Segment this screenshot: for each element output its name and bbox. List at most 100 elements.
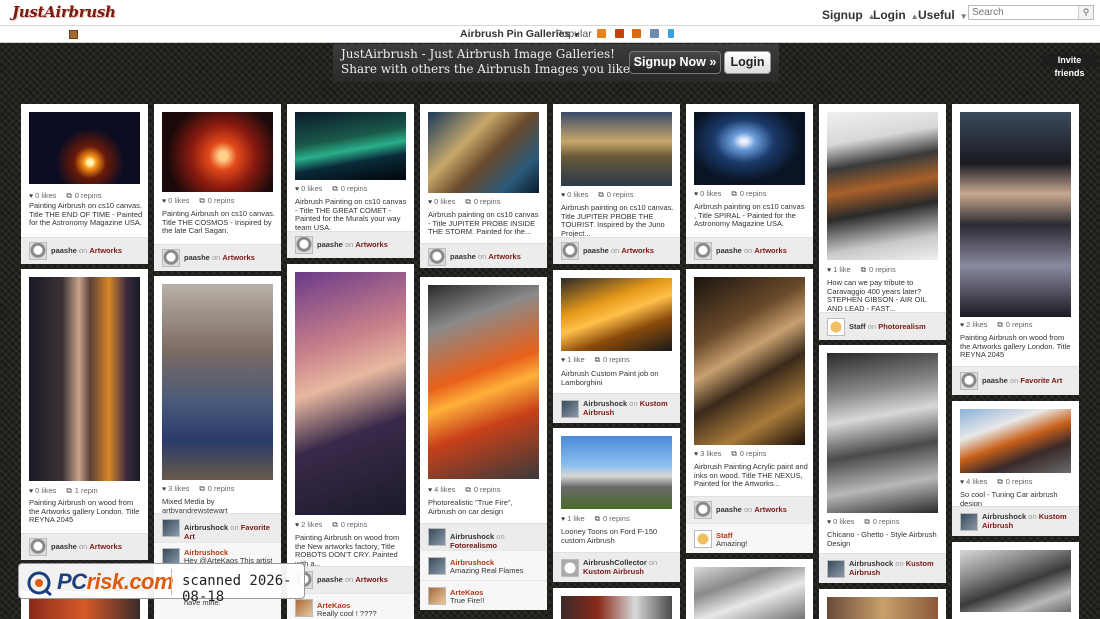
pin-card[interactable]: ♥ 1 like ⧉ 0 repins How can we pay tribute …: [819, 104, 946, 340]
pin-card[interactable]: ♥ 0 likes ⧉ 0 repins Airbrush Painting on c…: [287, 104, 414, 258]
pin-card[interactable]: [819, 589, 946, 619]
blogger-icon[interactable]: [615, 29, 624, 38]
avatar[interactable]: [162, 249, 180, 267]
pin-board-link[interactable]: Favorite Art: [1020, 376, 1062, 385]
pin-image[interactable]: [827, 353, 938, 513]
avatar[interactable]: [162, 519, 180, 537]
pin-user-link[interactable]: paashe: [583, 246, 609, 255]
pin-board-link[interactable]: Artworks: [754, 246, 787, 255]
pin-card[interactable]: [952, 542, 1079, 619]
pin-user-link[interactable]: paashe: [716, 246, 742, 255]
pin-image[interactable]: [960, 112, 1071, 317]
pin-user-link[interactable]: paashe: [317, 575, 343, 584]
avatar[interactable]: [561, 559, 579, 577]
pin-board-link[interactable]: Fotorealismo: [450, 541, 497, 550]
pin-card[interactable]: ♥ 4 likes ⧉ 0 repins Photorealistic "True F…: [420, 277, 547, 610]
pin-card[interactable]: ♥ 1 like ⧉ 0 repins Airbrush Custom Paint j…: [553, 270, 680, 423]
pin-image[interactable]: [162, 284, 273, 480]
pin-card[interactable]: ♥ 0 likes ⧉ 0 repins Chicano - Ghetto - Sty…: [819, 345, 946, 583]
avatar[interactable]: [694, 242, 712, 260]
pin-board-link[interactable]: Artworks: [222, 253, 255, 262]
pin-image[interactable]: [960, 550, 1071, 612]
pin-user-link[interactable]: Staff: [849, 322, 866, 331]
login-menu[interactable]: Login ▲: [873, 8, 919, 22]
pin-board-link[interactable]: Artworks: [355, 575, 388, 584]
pin-user-link[interactable]: paashe: [450, 252, 476, 261]
feed-icon[interactable]: [650, 29, 659, 38]
pin-image[interactable]: [561, 596, 672, 619]
pin-image[interactable]: [694, 277, 805, 445]
pin-board-link[interactable]: Artworks: [89, 542, 122, 551]
avatar[interactable]: [694, 530, 712, 548]
avatar[interactable]: [960, 372, 978, 390]
avatar[interactable]: [29, 242, 47, 260]
pin-image[interactable]: [428, 112, 539, 193]
pin-user-link[interactable]: paashe: [982, 376, 1008, 385]
facebook-icon[interactable]: [632, 29, 641, 38]
pin-board-link[interactable]: Artworks: [89, 246, 122, 255]
popular-link[interactable]: · Popular: [548, 28, 592, 40]
pin-card[interactable]: [686, 559, 813, 619]
avatar[interactable]: [561, 400, 579, 418]
pin-board-link[interactable]: Artworks: [621, 246, 654, 255]
avatar[interactable]: [561, 242, 579, 260]
avatar[interactable]: [827, 318, 845, 336]
pin-image[interactable]: [561, 112, 672, 186]
twitter-icon[interactable]: [668, 29, 674, 38]
pin-card[interactable]: ♥ 3 likes ⧉ 0 repins Airbrush Painting Acry…: [686, 269, 813, 553]
pin-image[interactable]: [694, 567, 805, 619]
pin-user-link[interactable]: paashe: [317, 240, 343, 249]
pin-board-link[interactable]: Artworks: [488, 252, 521, 261]
avatar[interactable]: [694, 501, 712, 519]
pin-image[interactable]: [29, 599, 140, 619]
pin-image[interactable]: [827, 597, 938, 619]
pin-image[interactable]: [29, 112, 140, 184]
pin-image[interactable]: [29, 277, 140, 481]
pin-card[interactable]: ♥ 0 likes ⧉ 1 repin Painting Airbrush on wo…: [21, 269, 148, 560]
avatar[interactable]: [295, 236, 313, 254]
pin-card[interactable]: ♥ 0 likes ⧉ 0 repins Painting Airbrush on c…: [21, 104, 148, 264]
pin-user-link[interactable]: paashe: [51, 542, 77, 551]
pin-card[interactable]: ♥ 1 like ⧉ 0 repins Looney Toons on Ford F-…: [553, 428, 680, 582]
pin-user-link[interactable]: paashe: [51, 246, 77, 255]
banner-login-button[interactable]: Login: [724, 51, 771, 74]
avatar[interactable]: [428, 248, 446, 266]
pin-card[interactable]: ♥ 2 likes ⧉ 0 repins Painting Airbrush on w…: [952, 104, 1079, 395]
pin-board-link[interactable]: Kustom Airbrush: [583, 567, 644, 576]
signup-menu[interactable]: Signup ▲: [822, 8, 876, 22]
pin-user-link[interactable]: paashe: [716, 505, 742, 514]
home-icon[interactable]: [69, 30, 78, 39]
useful-menu[interactable]: Useful ▼: [918, 8, 968, 22]
invite-friends-button[interactable]: Invite friends: [1042, 54, 1097, 78]
pin-image[interactable]: [694, 112, 805, 185]
site-logo[interactable]: JustAirbrush: [12, 3, 116, 21]
pin-image[interactable]: [960, 409, 1071, 473]
pin-image[interactable]: [827, 112, 938, 260]
avatar[interactable]: [29, 538, 47, 556]
pin-card[interactable]: ♥ 0 likes ⧉ 0 repins Airbrush painting on c…: [553, 104, 680, 264]
pin-image[interactable]: [561, 436, 672, 509]
pin-user-link[interactable]: paashe: [184, 253, 210, 262]
search-input[interactable]: [969, 6, 1079, 19]
avatar[interactable]: [428, 528, 446, 546]
pin-image[interactable]: [295, 272, 406, 515]
avatar[interactable]: [428, 557, 446, 575]
pin-board-link[interactable]: Photorealism: [878, 322, 926, 331]
pin-image[interactable]: [428, 285, 539, 479]
pin-image[interactable]: [561, 278, 672, 351]
avatar[interactable]: [827, 560, 845, 578]
pin-card[interactable]: ♥ 4 likes ⧉ 0 repins So cool - Tuning Car a…: [952, 401, 1079, 536]
pin-board-link[interactable]: Artworks: [754, 505, 787, 514]
pin-card[interactable]: ♥ 0 likes ⧉ 0 repins Painting Airbrush on c…: [154, 104, 281, 271]
pin-image[interactable]: [295, 112, 406, 180]
pin-card[interactable]: [553, 588, 680, 619]
pin-card[interactable]: ♥ 2 likes ⧉ 0 repins Painting Airbrush on w…: [287, 264, 414, 619]
pin-card[interactable]: ♥ 0 likes ⧉ 0 repins Airbrush painting on c…: [686, 104, 813, 264]
pin-card[interactable]: ♥ 0 likes ⧉ 0 repins Airbrush painting on c…: [420, 104, 547, 268]
pin-image[interactable]: [162, 112, 273, 192]
signup-now-button[interactable]: Signup Now »: [629, 51, 721, 74]
pin-board-link[interactable]: Artworks: [355, 240, 388, 249]
search-button[interactable]: ⚲: [1078, 6, 1093, 19]
avatar[interactable]: [960, 513, 978, 531]
avatar[interactable]: [428, 587, 446, 605]
